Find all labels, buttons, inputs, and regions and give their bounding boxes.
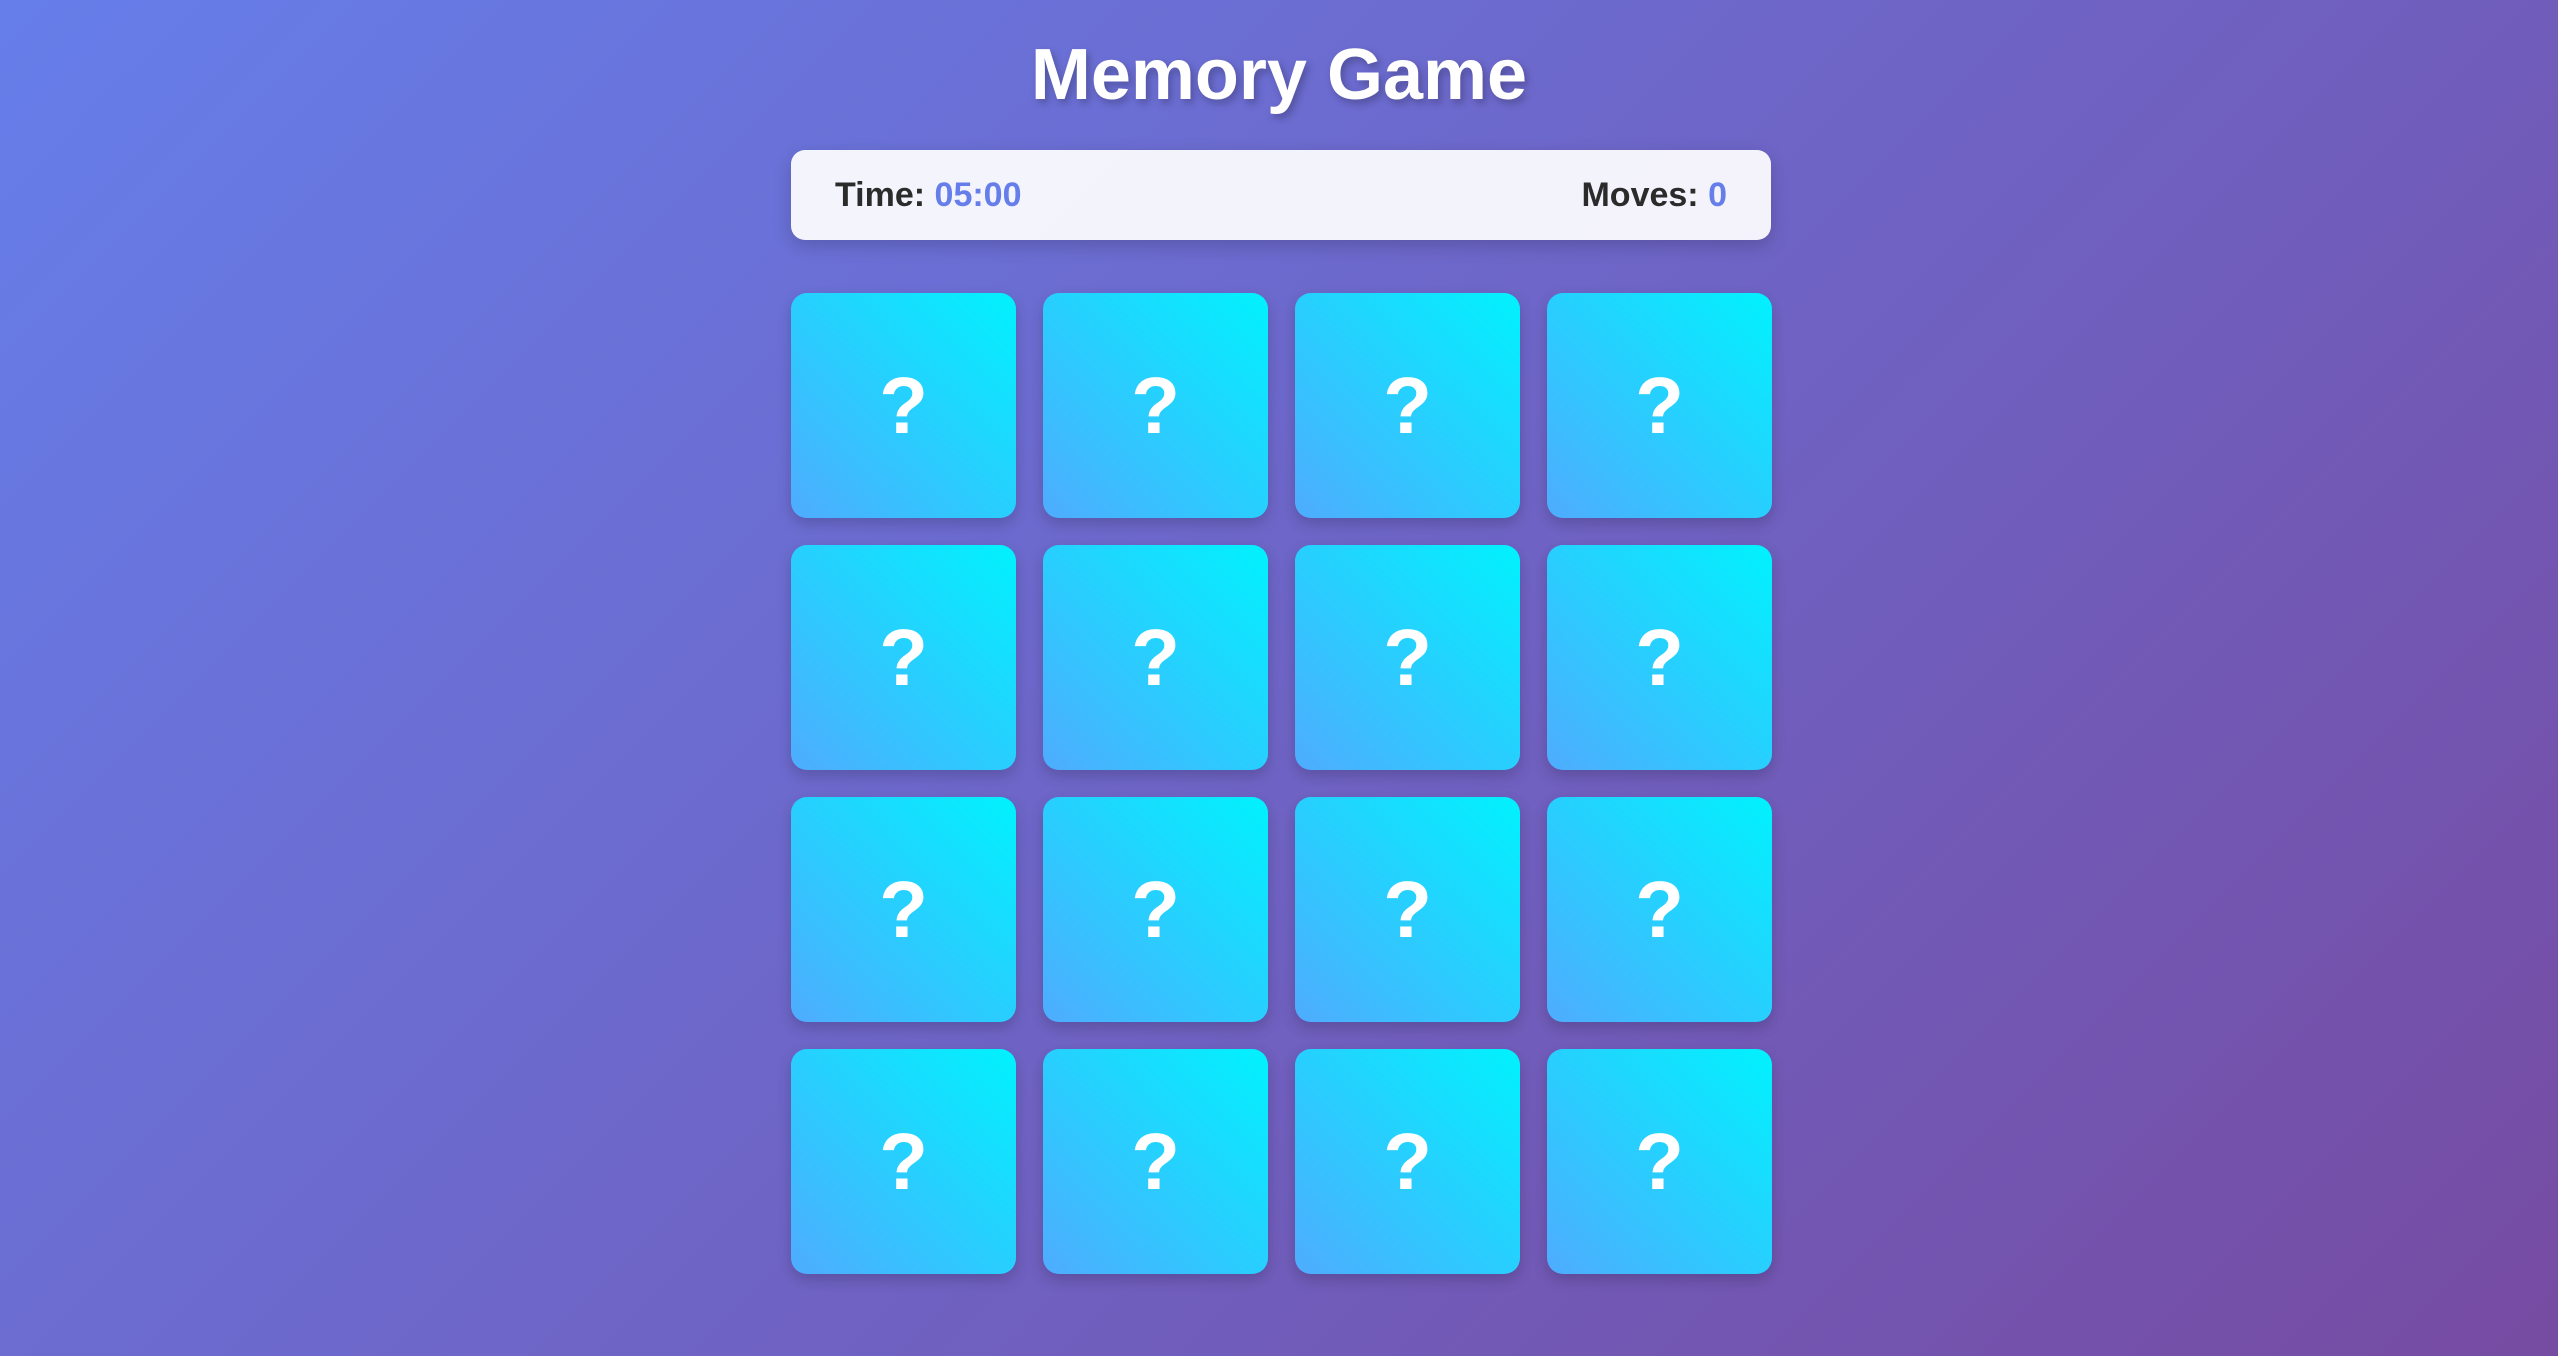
- card-face: ?: [879, 612, 928, 702]
- memory-card[interactable]: ?: [791, 293, 1016, 518]
- memory-card[interactable]: ?: [1295, 293, 1520, 518]
- card-face: ?: [1635, 864, 1684, 954]
- card-face: ?: [1131, 612, 1180, 702]
- card-face: ?: [1131, 360, 1180, 450]
- memory-card[interactable]: ?: [791, 1049, 1016, 1274]
- memory-card[interactable]: ?: [1295, 545, 1520, 770]
- card-face: ?: [1383, 360, 1432, 450]
- memory-card[interactable]: ?: [1043, 797, 1268, 1022]
- card-face: ?: [1635, 360, 1684, 450]
- card-face: ?: [879, 1116, 928, 1206]
- page-title: Memory Game: [1030, 35, 1528, 115]
- card-face: ?: [1383, 864, 1432, 954]
- memory-card[interactable]: ?: [1043, 293, 1268, 518]
- card-face: ?: [1635, 612, 1684, 702]
- card-face: ?: [1383, 1116, 1432, 1206]
- memory-card[interactable]: ?: [1547, 797, 1772, 1022]
- card-face: ?: [879, 864, 928, 954]
- memory-card[interactable]: ?: [791, 545, 1016, 770]
- card-face: ?: [1131, 864, 1180, 954]
- memory-card[interactable]: ?: [1295, 1049, 1520, 1274]
- card-face: ?: [879, 360, 928, 450]
- memory-card[interactable]: ?: [1043, 545, 1268, 770]
- move-counter: Moves: 0: [1581, 176, 1727, 215]
- moves-value: 0: [1708, 175, 1727, 214]
- memory-card[interactable]: ?: [1295, 797, 1520, 1022]
- memory-card[interactable]: ?: [1547, 545, 1772, 770]
- card-face: ?: [1635, 1116, 1684, 1206]
- memory-card[interactable]: ?: [1547, 1049, 1772, 1274]
- memory-card[interactable]: ?: [1547, 293, 1772, 518]
- memory-card[interactable]: ?: [791, 797, 1016, 1022]
- timer: Time: 05:00: [835, 176, 1022, 215]
- stats-bar: Time: 05:00 Moves: 0: [791, 150, 1771, 240]
- timer-value: 05:00: [934, 175, 1022, 214]
- moves-label: Moves:: [1581, 175, 1699, 214]
- timer-label: Time:: [835, 175, 926, 214]
- memory-card[interactable]: ?: [1043, 1049, 1268, 1274]
- card-grid: ? ? ? ? ? ? ? ? ? ? ? ? ? ? ? ?: [791, 293, 1772, 1274]
- card-face: ?: [1383, 612, 1432, 702]
- card-face: ?: [1131, 1116, 1180, 1206]
